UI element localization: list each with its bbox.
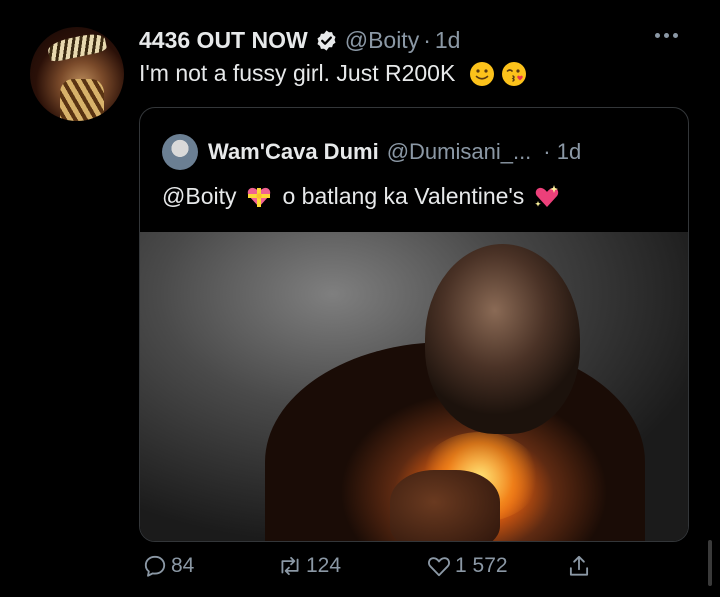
quote-text: @Boity o batlang ka Valentine's <box>162 183 570 210</box>
avatar-hat-detail <box>46 31 108 63</box>
like-button[interactable]: 1 572 <box>426 553 508 579</box>
more-options-icon[interactable] <box>655 33 678 38</box>
tweet-header: 4436 OUT NOW @Boity · 1d <box>139 24 460 56</box>
tweet-body: I'm not a fussy girl. Just R200K <box>139 60 456 86</box>
reply-count: 84 <box>171 554 195 577</box>
quote-body: o batlang ka Valentine's <box>282 183 525 209</box>
heart-icon <box>428 557 450 577</box>
reply-button[interactable]: 84 <box>142 553 194 579</box>
reply-icon <box>144 555 166 577</box>
quote-mention: @Boity <box>162 183 237 209</box>
verified-badge-icon <box>317 29 336 51</box>
quote-header: Wam'Cava Dumi @Dumisani_... · 1d <box>162 134 581 170</box>
quote-author-avatar <box>162 134 198 170</box>
retweet-icon <box>281 556 299 576</box>
slightly-smiling-face-icon <box>470 61 495 86</box>
scrollbar[interactable] <box>708 540 712 586</box>
quote-author-handle: @Dumisani_... <box>386 139 532 164</box>
sparkling-heart-icon <box>535 184 559 207</box>
author-handle[interactable]: @Boity <box>345 27 419 54</box>
separator-dot: · <box>423 26 431 53</box>
face-blowing-kiss-icon <box>502 61 527 86</box>
avatar-dress-detail <box>60 79 104 121</box>
share-button[interactable] <box>566 553 595 579</box>
quote-timestamp: · 1d <box>543 139 582 164</box>
more-dot <box>664 33 669 38</box>
more-dot <box>673 33 678 38</box>
retweet-count: 124 <box>306 554 342 577</box>
heart-with-ribbon-icon <box>248 187 271 207</box>
quote-author-display-name: Wam'Cava Dumi <box>208 139 379 164</box>
quote-media-image[interactable] <box>140 232 688 541</box>
tweet-timestamp[interactable]: 1d <box>435 27 461 54</box>
author-display-name[interactable]: 4436 OUT NOW <box>139 27 308 54</box>
more-dot <box>655 33 660 38</box>
image-man-head <box>425 244 580 434</box>
author-avatar[interactable] <box>30 27 124 121</box>
retweet-button[interactable]: 124 <box>277 553 341 579</box>
like-count: 1 572 <box>455 554 508 577</box>
image-man-hand <box>390 470 500 541</box>
quote-tweet-card[interactable]: Wam'Cava Dumi @Dumisani_... · 1d @Boity … <box>139 107 689 542</box>
tweet-text: I'm not a fussy girl. Just R200K <box>139 60 527 87</box>
tweet-actions-bar: 84 124 1 572 <box>139 553 609 589</box>
share-icon <box>569 555 589 576</box>
